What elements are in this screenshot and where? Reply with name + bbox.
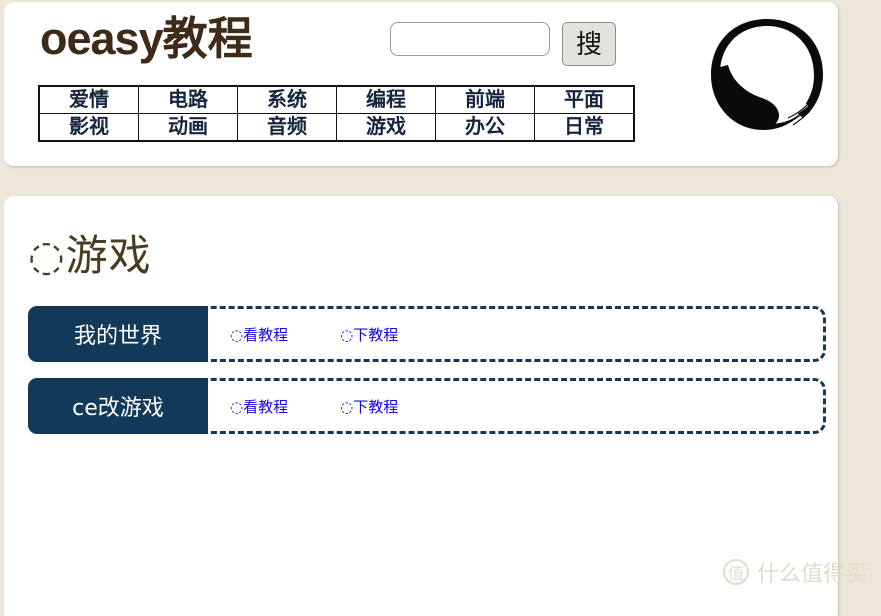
- table-row: ce改游戏 ◌看教程 ◌下教程: [28, 378, 826, 434]
- nav-item-yingshi[interactable]: 影视: [38, 113, 139, 142]
- nav-item-youxi[interactable]: 游戏: [336, 113, 436, 142]
- nav-item-aiqing[interactable]: 爱情: [38, 85, 139, 114]
- page-title: ◌游戏: [28, 222, 152, 283]
- enso-small-icon: ◌: [230, 325, 244, 344]
- nav-item-pingmian[interactable]: 平面: [534, 85, 635, 114]
- nav-item-xitong[interactable]: 系统: [237, 85, 337, 114]
- enso-small-icon: ◌: [28, 231, 66, 280]
- enso-circle-icon: [702, 10, 832, 140]
- download-tutorial-label: 下教程: [353, 397, 399, 416]
- nav-item-richang[interactable]: 日常: [534, 113, 635, 142]
- watch-tutorial-label: 看教程: [243, 397, 289, 416]
- course-label-minecraft[interactable]: 我的世界: [28, 306, 208, 362]
- watch-tutorial-link[interactable]: ◌看教程: [230, 324, 288, 345]
- table-row: 我的世界 ◌看教程 ◌下教程: [28, 306, 826, 362]
- nav-item-donghua[interactable]: 动画: [138, 113, 238, 142]
- main-content-card: ◌游戏 我的世界 ◌看教程 ◌下教程 ce改游戏 ◌看教程 ◌下教程: [4, 196, 838, 616]
- category-nav-row: 爱情 电路 系统 编程 前端 平面: [38, 85, 635, 114]
- site-title-cn: 教程: [162, 13, 253, 64]
- course-links: ◌看教程 ◌下教程: [208, 381, 398, 431]
- enso-small-icon: ◌: [340, 325, 354, 344]
- download-tutorial-link[interactable]: ◌下教程: [340, 324, 398, 345]
- nav-item-dianlu[interactable]: 电路: [138, 85, 238, 114]
- site-title-en: oeasy: [40, 13, 164, 64]
- search-button[interactable]: 搜: [562, 22, 616, 66]
- course-label-ce-game[interactable]: ce改游戏: [28, 378, 208, 434]
- enso-small-icon: ◌: [340, 397, 354, 416]
- search-bar: 搜: [390, 22, 616, 66]
- watch-tutorial-label: 看教程: [243, 325, 289, 344]
- nav-item-biancheng[interactable]: 编程: [336, 85, 436, 114]
- watch-tutorial-link[interactable]: ◌看教程: [230, 396, 288, 417]
- search-input[interactable]: [390, 22, 550, 56]
- nav-item-bangong[interactable]: 办公: [435, 113, 535, 142]
- nav-item-yinpin[interactable]: 音频: [237, 113, 337, 142]
- site-title: oeasy教程: [40, 13, 253, 65]
- download-tutorial-label: 下教程: [353, 325, 399, 344]
- category-nav-body: 爱情 电路 系统 编程 前端 平面 影视 动画 音频 游戏 办公 日常: [38, 85, 635, 142]
- enso-small-icon: ◌: [230, 397, 244, 416]
- nav-item-qianduan[interactable]: 前端: [435, 85, 535, 114]
- course-links: ◌看教程 ◌下教程: [208, 309, 398, 359]
- download-tutorial-link[interactable]: ◌下教程: [340, 396, 398, 417]
- header-card: oeasy教程 搜 爱情 电路 系统 编程 前端 平面 影视 动画 音频 游戏 …: [4, 2, 838, 166]
- category-nav-row: 影视 动画 音频 游戏 办公 日常: [38, 113, 635, 142]
- course-list: 我的世界 ◌看教程 ◌下教程 ce改游戏 ◌看教程 ◌下教程: [28, 306, 826, 450]
- category-nav: 爱情 电路 系统 编程 前端 平面 影视 动画 音频 游戏 办公 日常: [38, 85, 635, 142]
- page-title-text: 游戏: [65, 231, 152, 280]
